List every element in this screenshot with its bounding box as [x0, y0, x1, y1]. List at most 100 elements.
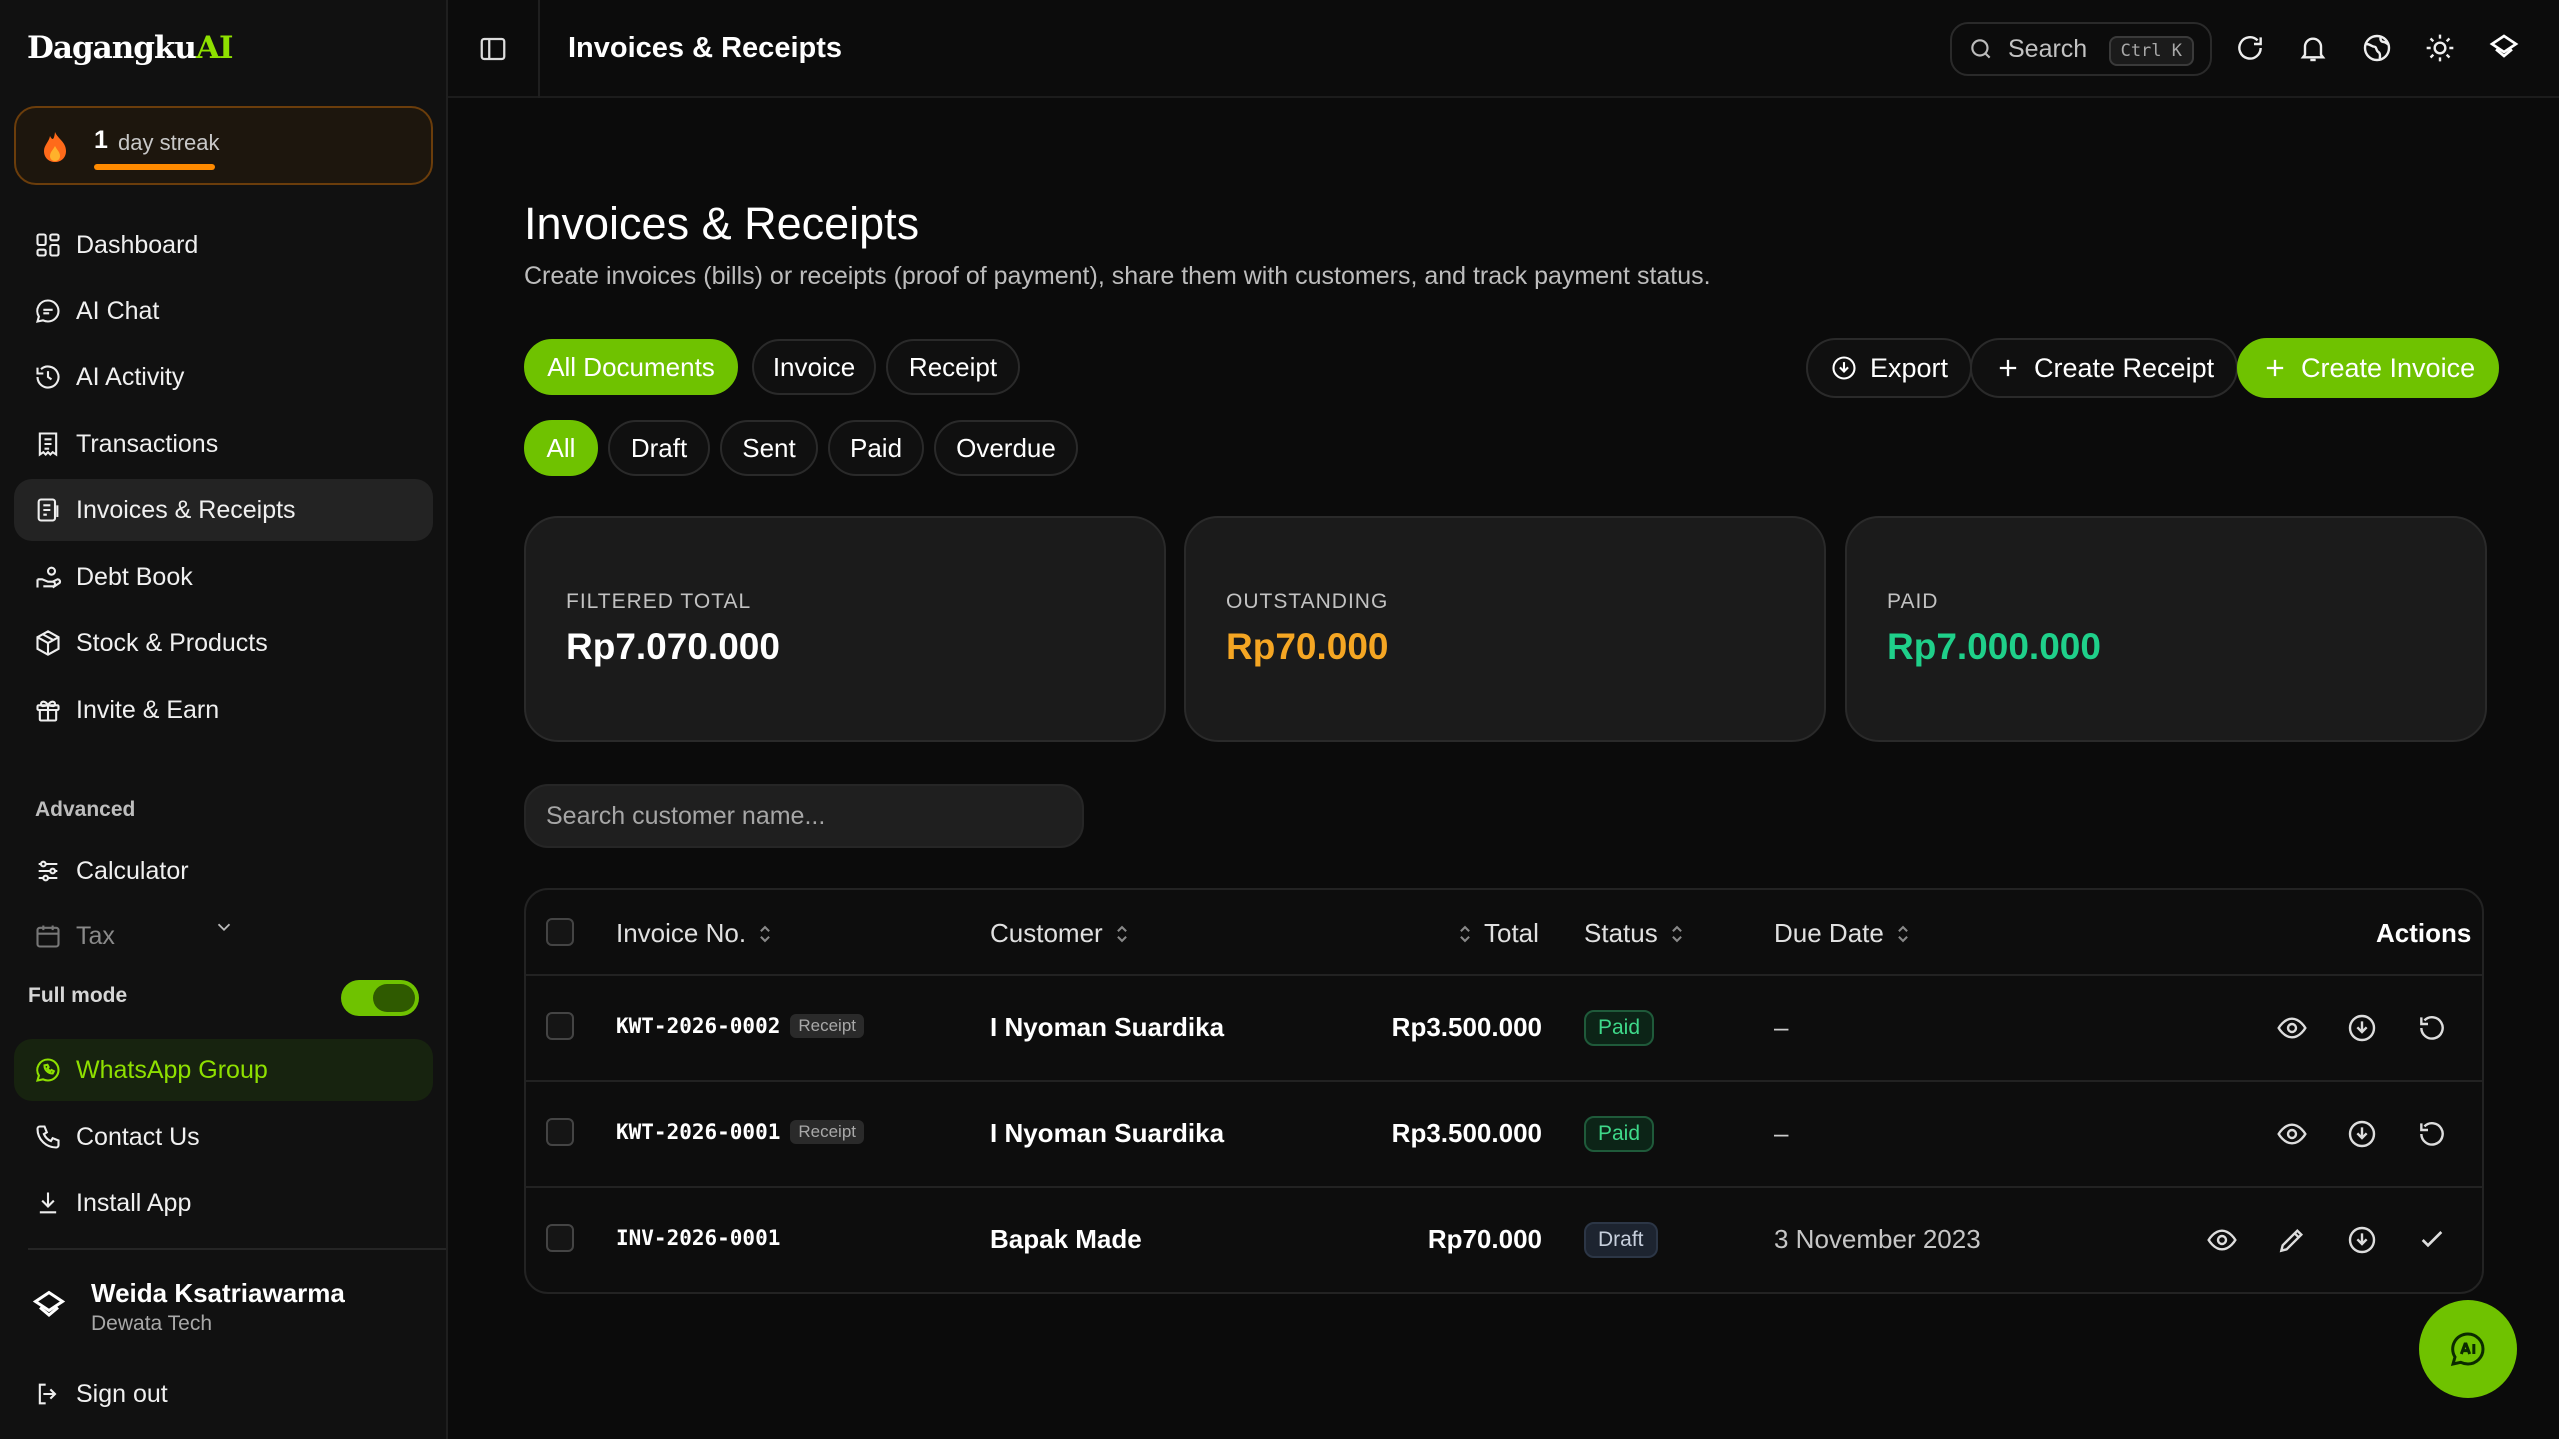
tab-status-draft[interactable]: Draft [608, 420, 710, 476]
export-button[interactable]: Export [1806, 338, 1973, 398]
flame-icon [44, 132, 66, 162]
total-amount: Rp3.500.000 [1391, 1118, 1542, 1148]
sidebar: DagangkuAI 1 day streak Dashboard AI Cha… [0, 0, 448, 1439]
sidebar-item-contact-us[interactable]: Contact Us [14, 1106, 433, 1168]
user-avatar[interactable] [31, 1288, 67, 1324]
brand-logo[interactable]: DagangkuAI [27, 30, 234, 66]
sidebar-item-label: Contact Us [76, 1122, 200, 1151]
invoice-icon [37, 498, 59, 522]
full-mode-toggle[interactable] [341, 980, 419, 1016]
streak-label: day streak [118, 130, 220, 155]
tab-status-all[interactable]: All [524, 420, 598, 476]
row-checkbox[interactable] [546, 1012, 574, 1040]
download-circle-icon [1832, 356, 1856, 380]
invoice-number[interactable]: INV-2026-0001 [616, 1226, 780, 1250]
bell-icon[interactable] [2297, 32, 2329, 64]
row-checkbox[interactable] [546, 1224, 574, 1252]
tab-all-documents[interactable]: All Documents [524, 339, 738, 395]
plus-icon [2266, 359, 2284, 377]
sidebar-item-calculator[interactable]: Calculator [14, 840, 433, 902]
sidebar-item-invoices-receipts[interactable]: Invoices & Receipts [14, 479, 433, 541]
streak-card[interactable]: 1 day streak [14, 106, 433, 185]
row-checkbox[interactable] [546, 1118, 574, 1146]
ai-assistant-button[interactable] [2419, 1300, 2517, 1398]
download-icon[interactable] [2346, 1224, 2378, 1256]
header-total[interactable]: Total [1456, 918, 1539, 949]
plus-icon [1999, 359, 2017, 377]
table-row[interactable]: KWT-2026-0002 Receipt I Nyoman Suardika R… [526, 976, 2482, 1082]
sidebar-item-label: Invoices & Receipts [76, 495, 296, 524]
stat-value: Rp7.070.000 [566, 626, 780, 667]
chevron-down-icon[interactable] [213, 916, 235, 938]
select-all-checkbox[interactable] [546, 918, 574, 946]
stat-value: Rp7.000.000 [1887, 626, 2101, 667]
stat-card-outstanding: OUTSTANDING Rp70.000 [1184, 516, 1826, 742]
tab-invoice[interactable]: Invoice [752, 339, 876, 395]
view-icon[interactable] [2206, 1224, 2238, 1256]
customer-name: I Nyoman Suardika [990, 1118, 1225, 1148]
status-badge: Draft [1584, 1222, 1658, 1258]
header-due-date[interactable]: Due Date [1774, 918, 1912, 949]
table-header: Invoice No. Customer Total Status Due Da… [526, 890, 2482, 976]
sidebar-item-transactions[interactable]: Transactions [14, 413, 433, 475]
sidebar-item-ai-activity[interactable]: AI Activity [14, 346, 433, 408]
ai-chat-icon [2450, 1332, 2485, 1366]
dashboard-icon [36, 233, 60, 257]
view-icon[interactable] [2276, 1118, 2308, 1150]
total-amount: Rp3.500.000 [1391, 1012, 1542, 1042]
history-icon [36, 365, 60, 389]
tab-status-paid[interactable]: Paid [828, 420, 924, 476]
header-customer[interactable]: Customer [990, 918, 1131, 949]
sidebar-item-ai-chat[interactable]: AI Chat [14, 280, 433, 342]
sidebar-item-stock-products[interactable]: Stock & Products [14, 612, 433, 674]
undo-icon[interactable] [2416, 1012, 2448, 1044]
sidebar-item-invite-earn[interactable]: Invite & Earn [14, 679, 433, 741]
invoice-number[interactable]: KWT-2026-0002 Receipt [616, 1014, 865, 1038]
table-row[interactable]: KWT-2026-0001 Receipt I Nyoman Suardika R… [526, 1082, 2482, 1188]
create-receipt-button[interactable]: Create Receipt [1970, 338, 2239, 398]
download-icon[interactable] [2346, 1012, 2378, 1044]
customer-search-input[interactable] [524, 784, 1084, 848]
tab-status-overdue[interactable]: Overdue [934, 420, 1078, 476]
tab-status-sent[interactable]: Sent [720, 420, 818, 476]
refresh-icon[interactable] [2234, 32, 2266, 64]
check-icon[interactable] [2416, 1224, 2448, 1256]
stat-label: OUTSTANDING [1226, 590, 1389, 613]
sidebar-item-label: Tax [76, 921, 115, 950]
receipt-icon [38, 432, 58, 457]
tab-receipt[interactable]: Receipt [886, 339, 1020, 395]
global-search-button[interactable]: Search Ctrl K [1950, 22, 2212, 76]
sign-out-label: Sign out [76, 1379, 168, 1408]
create-invoice-button[interactable]: Create Invoice [2237, 338, 2500, 398]
download-icon[interactable] [2346, 1118, 2378, 1150]
page-title: Invoices & Receipts [524, 198, 920, 249]
hand-coins-icon [36, 566, 62, 589]
sign-out-button[interactable]: Sign out [14, 1363, 433, 1425]
sidebar-toggle-icon[interactable] [478, 34, 508, 64]
header-status[interactable]: Status [1584, 918, 1686, 949]
globe-icon[interactable] [2361, 32, 2393, 64]
brand-mark-icon[interactable] [2488, 32, 2520, 64]
export-label: Export [1870, 352, 1949, 383]
table-row[interactable]: INV-2026-0001 Bapak Made Rp70.000 Draft … [526, 1188, 2482, 1292]
sidebar-item-debt-book[interactable]: Debt Book [14, 546, 433, 608]
chat-icon [36, 299, 60, 323]
view-icon[interactable] [2276, 1012, 2308, 1044]
header-invoice-no[interactable]: Invoice No. [616, 918, 774, 949]
streak-progress [94, 164, 215, 170]
advanced-section-label: Advanced [35, 798, 136, 821]
sort-icon [760, 925, 770, 942]
stat-label: FILTERED TOTAL [566, 590, 752, 613]
sidebar-item-dashboard[interactable]: Dashboard [14, 214, 433, 276]
download-icon [39, 1192, 57, 1214]
search-shortcut: Ctrl K [2108, 36, 2194, 66]
sidebar-item-label: Transactions [76, 429, 219, 458]
sidebar-item-install-app[interactable]: Install App [14, 1172, 433, 1234]
sidebar-item-whatsapp-group[interactable]: WhatsApp Group [14, 1039, 433, 1101]
undo-icon[interactable] [2416, 1118, 2448, 1150]
edit-icon[interactable] [2276, 1224, 2308, 1256]
sun-icon[interactable] [2424, 32, 2456, 64]
invoice-number[interactable]: KWT-2026-0001 Receipt [616, 1120, 865, 1144]
sidebar-divider [28, 1248, 446, 1250]
user-org: Dewata Tech [91, 1312, 213, 1335]
